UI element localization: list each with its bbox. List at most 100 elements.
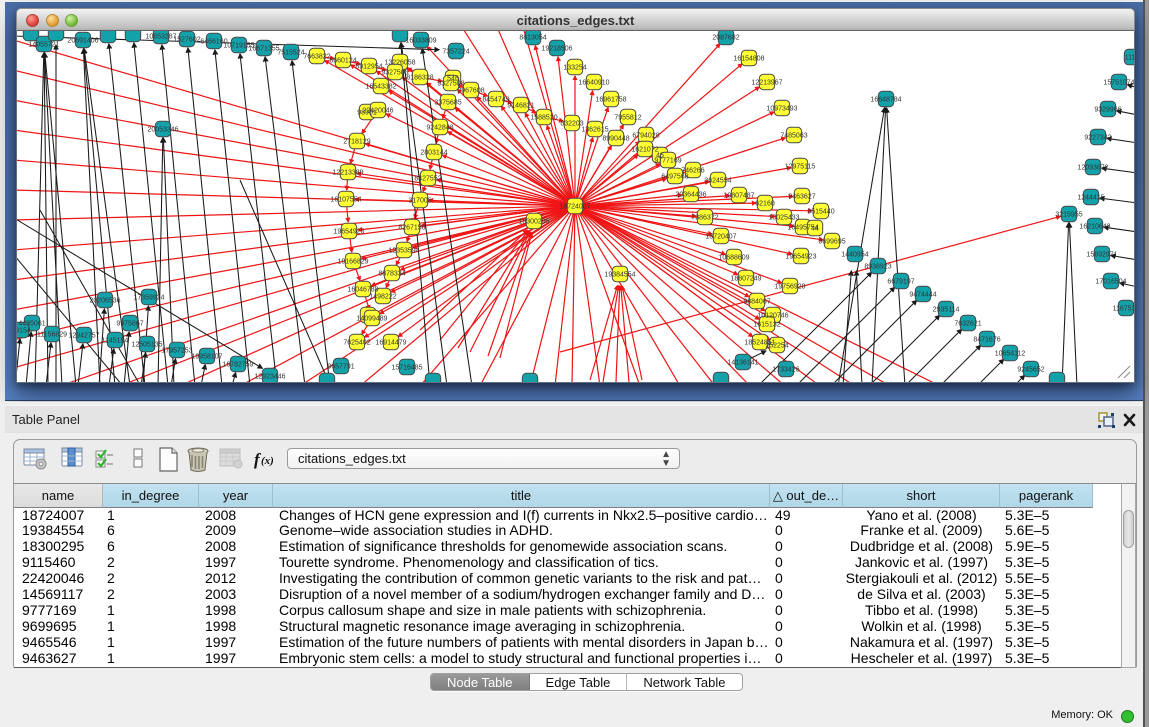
svg-text:10654112: 10654112 (995, 350, 1026, 357)
svg-text:8990448: 8990448 (602, 135, 629, 142)
svg-text:9975867: 9975867 (116, 320, 143, 327)
svg-text:20691406: 20691406 (67, 37, 98, 44)
svg-text:9884067: 9884067 (743, 298, 770, 305)
svg-text:17359924: 17359924 (133, 294, 164, 301)
svg-text:1733426: 1733426 (772, 366, 799, 373)
svg-text:16543382: 16543382 (365, 83, 396, 90)
svg-text:1621072: 1621072 (631, 146, 658, 153)
svg-text:62160: 62160 (755, 200, 775, 207)
svg-text:6497568: 6497568 (661, 173, 688, 180)
svg-text:1112: 1112 (1125, 54, 1134, 61)
svg-text:1167533: 1167533 (1113, 305, 1134, 312)
svg-text:16154808: 16154808 (733, 55, 764, 62)
svg-text:9515440: 9515440 (807, 208, 834, 215)
svg-text:9242848: 9242848 (426, 124, 453, 131)
svg-text:2935114: 2935114 (933, 306, 960, 313)
svg-text:1615132: 1615132 (753, 321, 780, 328)
svg-text:7955812: 7955812 (614, 114, 641, 121)
svg-text:19654925: 19654925 (333, 228, 364, 235)
svg-text:1145194: 1145194 (102, 337, 129, 344)
svg-text:44: 44 (811, 225, 819, 232)
svg-text:1588520: 1588520 (530, 114, 557, 121)
svg-text:12353594: 12353594 (388, 247, 419, 254)
svg-text:8878334: 8878334 (378, 270, 405, 277)
svg-text:1244415: 1244415 (1077, 194, 1104, 201)
svg-text:17016504: 17016504 (1095, 278, 1126, 285)
svg-text:16648784: 16648784 (870, 96, 901, 103)
svg-text:252254: 252254 (765, 342, 788, 349)
svg-text:15751074: 15751074 (1103, 79, 1134, 86)
svg-text:6679197: 6679197 (887, 278, 914, 285)
svg-text:15692971: 15692971 (1086, 251, 1117, 258)
svg-text:8660124: 8660124 (329, 57, 356, 64)
svg-text:13226058: 13226058 (384, 59, 415, 66)
svg-text:17957253: 17957253 (161, 347, 192, 354)
svg-text:(x): (x) (261, 455, 274, 467)
svg-text:10807487: 10807487 (723, 192, 754, 199)
svg-text:2718129: 2718129 (343, 138, 370, 145)
svg-text:1362615: 1362615 (581, 126, 608, 133)
svg-text:3375685: 3375685 (434, 99, 461, 106)
svg-text:8267150: 8267150 (398, 224, 425, 231)
svg-text:9146821: 9146821 (507, 102, 534, 109)
svg-text:7625402: 7625402 (343, 339, 370, 346)
svg-text:3215955: 3215955 (1055, 211, 1082, 218)
svg-text:9474444: 9474444 (909, 291, 936, 298)
svg-text:2087682: 2087682 (712, 34, 739, 41)
svg-text:8427552: 8427552 (414, 175, 441, 182)
svg-text:133254: 133254 (563, 64, 586, 71)
svg-text:16033809: 16033809 (405, 37, 436, 44)
svg-text:4435061: 4435061 (18, 320, 45, 327)
svg-text:18807249: 18807249 (730, 275, 761, 282)
svg-text:10120746: 10120746 (757, 312, 788, 319)
svg-text:12923446: 12923446 (254, 373, 285, 380)
svg-text:22420046: 22420046 (362, 107, 393, 114)
svg-text:8813054: 8813054 (519, 34, 546, 41)
svg-text:10025433: 10025433 (768, 214, 799, 221)
svg-text:18724007: 18724007 (559, 203, 590, 210)
svg-text:317006: 317006 (408, 197, 431, 204)
svg-text:9245652: 9245652 (1017, 366, 1044, 373)
svg-text:12942757: 12942757 (68, 332, 99, 339)
svg-text:2803144: 2803144 (420, 149, 447, 156)
svg-text:9699695: 9699695 (818, 238, 845, 245)
svg-text:19756928: 19756928 (774, 283, 805, 290)
svg-text:16046788: 16046788 (347, 286, 378, 293)
svg-text:9657791: 9657791 (327, 363, 354, 370)
svg-text:16961758: 16961758 (595, 96, 626, 103)
svg-text:16640910: 16640910 (578, 79, 609, 86)
svg-text:19218506: 19218506 (541, 45, 572, 52)
svg-text:9327508: 9327508 (437, 80, 464, 87)
svg-text:1440954: 1440954 (841, 251, 868, 258)
svg-text:39154: 39154 (17, 327, 31, 334)
svg-text:7357224: 7357224 (442, 48, 469, 55)
svg-text:19384554: 19384554 (604, 271, 635, 278)
svg-text:10973493: 10973493 (766, 105, 797, 112)
svg-text:12505135: 12505135 (131, 341, 162, 348)
svg-text:14099489: 14099489 (356, 315, 387, 322)
svg-text:14136141: 14136141 (727, 359, 758, 366)
svg-text:8454749: 8454749 (482, 96, 509, 103)
svg-text:9777169: 9777169 (654, 157, 681, 164)
svg-text:3624554: 3624554 (704, 177, 731, 184)
svg-text:832203: 832203 (560, 120, 583, 127)
svg-text:9227342: 9227342 (1084, 134, 1111, 141)
svg-text:12093872: 12093872 (1077, 164, 1108, 171)
svg-text:16914479: 16914479 (375, 339, 406, 346)
svg-text:12975115: 12975115 (785, 163, 816, 170)
svg-text:7386372: 7386372 (691, 214, 718, 221)
svg-text:12213967: 12213967 (751, 79, 782, 86)
svg-text:8938923: 8938923 (864, 263, 891, 270)
svg-text:12213389: 12213389 (332, 169, 363, 176)
svg-text:16782759: 16782759 (222, 361, 253, 368)
svg-text:10653287: 10653287 (145, 33, 176, 40)
svg-text:20206536: 20206536 (89, 297, 120, 304)
svg-text:9327503: 9327503 (381, 69, 408, 76)
svg-text:16107554: 16107554 (330, 196, 361, 203)
svg-text:7515524: 7515524 (277, 49, 304, 56)
svg-text:18300295: 18300295 (518, 218, 549, 225)
svg-text:10688609: 10688609 (718, 254, 749, 261)
svg-text:1527602: 1527602 (173, 36, 200, 43)
svg-text:7663822: 7663822 (303, 53, 330, 60)
svg-text:7632621: 7632621 (954, 320, 981, 327)
